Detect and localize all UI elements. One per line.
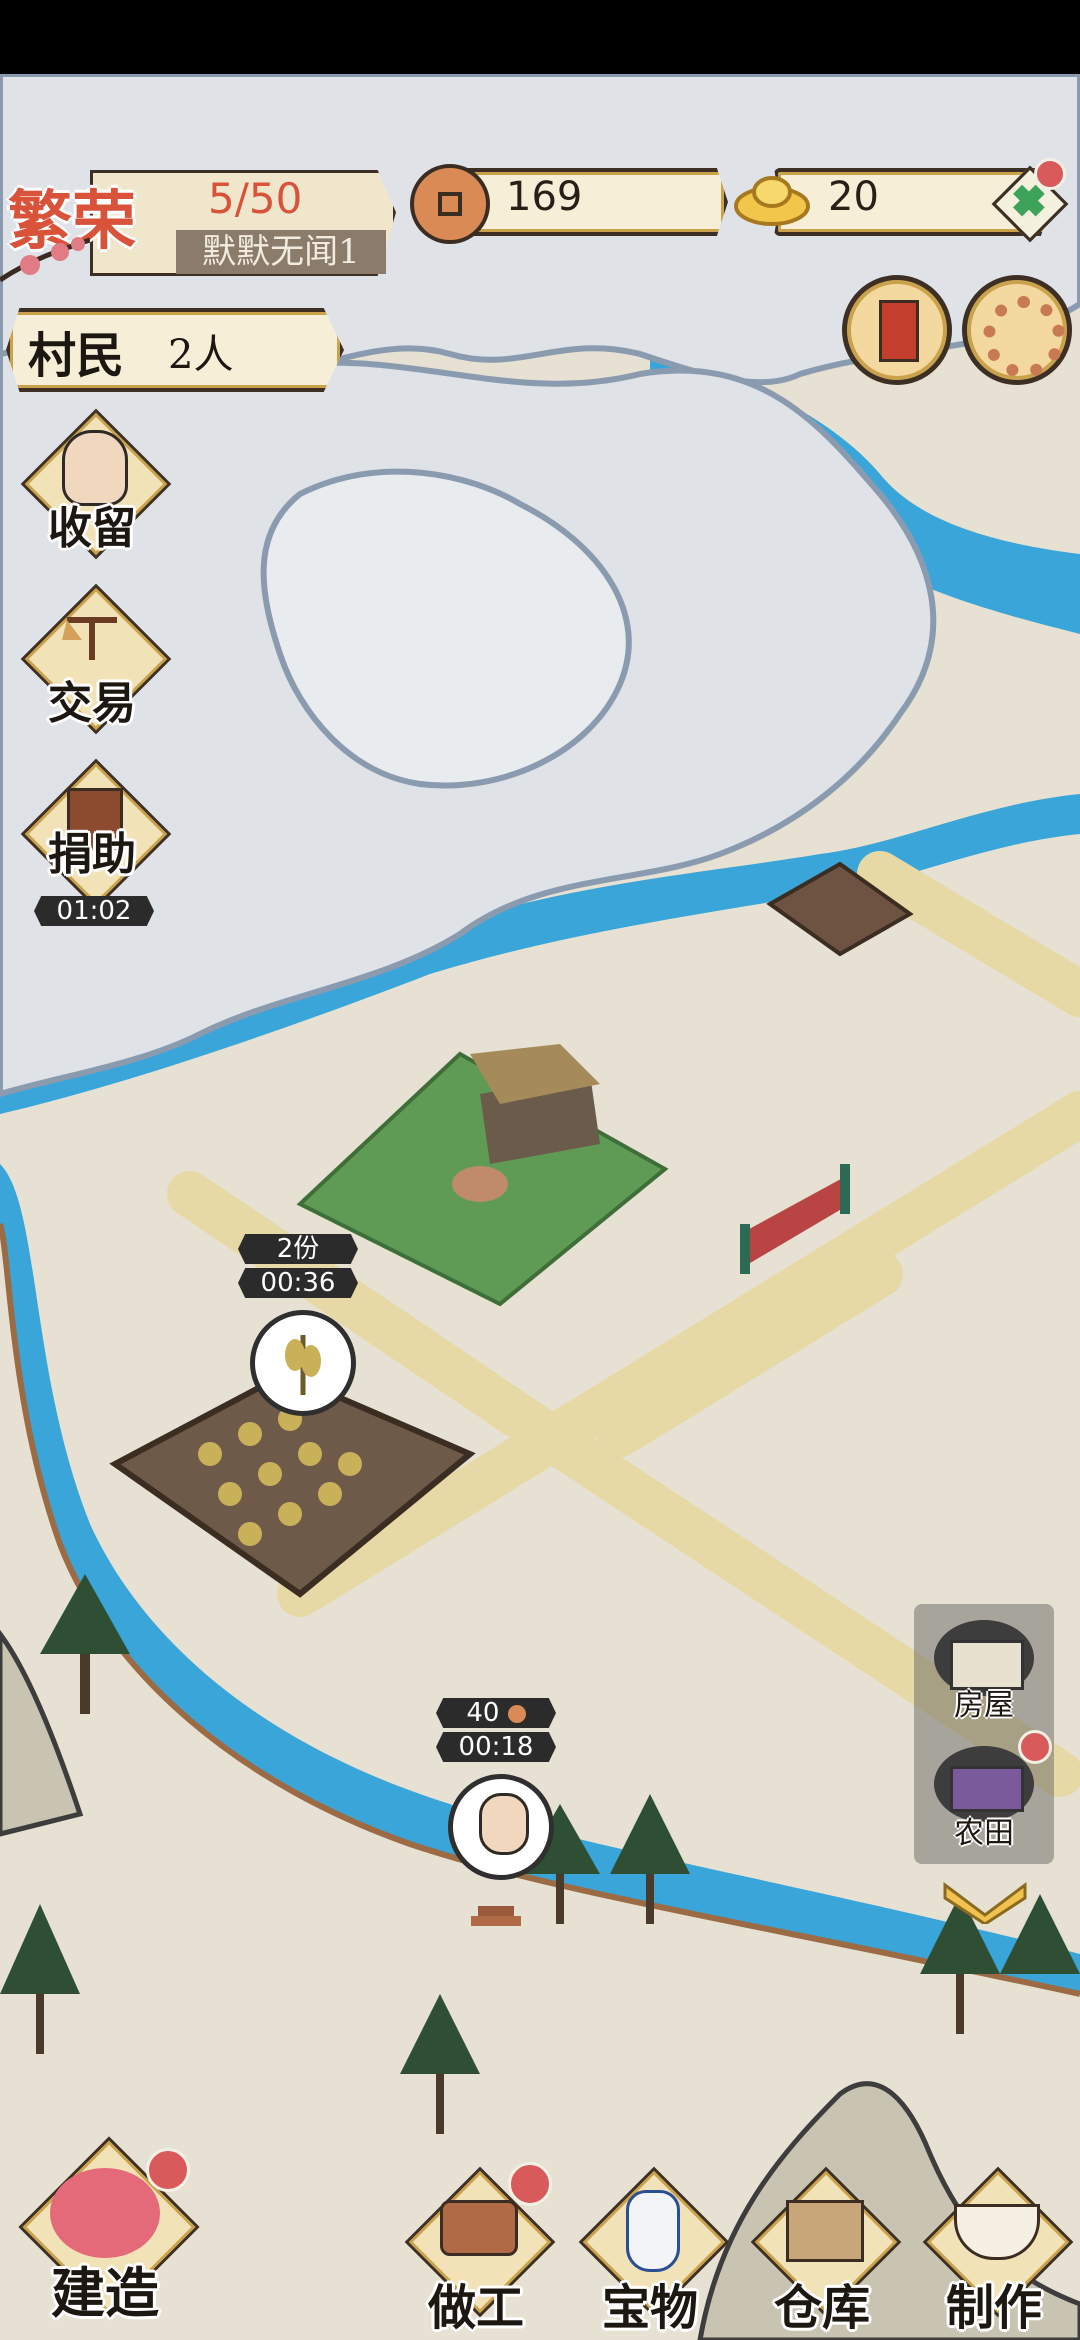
scale-icon — [62, 615, 122, 665]
world-map[interactable] — [0, 74, 1080, 2340]
copper-pill — [450, 168, 728, 236]
prosperity-count: 5/50 — [208, 174, 303, 223]
trade-button[interactable]: 交易 — [20, 583, 172, 735]
collapse-chevron-icon[interactable] — [940, 1880, 1030, 1926]
gear-icon — [983, 296, 1065, 378]
villagers-count: 2人 — [168, 332, 234, 378]
coin-small-icon — [507, 1704, 526, 1723]
gold-notification-dot — [1034, 158, 1066, 190]
logs-axe-icon — [440, 2200, 518, 2256]
treasure-button[interactable]: 宝物 — [570, 2166, 730, 2338]
prosperity-panel[interactable]: 繁荣 5/50 默默无闻1 — [0, 160, 400, 283]
recruit-button[interactable]: 收留 — [20, 408, 172, 560]
donate-button[interactable]: 捐助 01:02 — [20, 758, 172, 926]
wheat-harvest-bubble[interactable] — [250, 1310, 356, 1416]
villagers-panel[interactable]: 村民 2人 — [6, 308, 344, 392]
copper-counter[interactable]: 169 — [410, 164, 730, 244]
trade-label: 交易 — [48, 678, 136, 729]
donate-timer: 01:02 — [34, 896, 154, 926]
warehouse-button[interactable]: 仓库 — [742, 2166, 902, 2338]
gold-counter[interactable]: 20 — [734, 158, 1069, 243]
recruit-label: 收留 — [48, 503, 136, 554]
villager-face-icon — [479, 1793, 529, 1855]
blossom-tree-icon — [50, 2168, 160, 2258]
build-button[interactable]: 建造 — [10, 2136, 200, 2328]
farmland-category[interactable]: 农田 — [924, 1730, 1052, 1852]
edict-button[interactable] — [842, 275, 952, 385]
house-label: 房屋 — [954, 1688, 1014, 1723]
gold-ingot-icon — [734, 170, 810, 226]
craft-label: 制作 — [945, 2280, 1042, 2336]
plum-blossom-icon — [0, 220, 91, 300]
copper-coin-icon — [410, 164, 490, 244]
porcelain-vase-icon — [626, 2190, 680, 2272]
warehouse-label: 仓库 — [773, 2280, 870, 2336]
build-notification-dot — [146, 2148, 190, 2192]
wheat-icon — [285, 1335, 321, 1395]
work-label: 做工 — [427, 2280, 524, 2336]
work-notification-dot — [508, 2162, 552, 2206]
gold-amount: 20 — [828, 174, 879, 220]
worker-reward-tag: 40 — [436, 1698, 556, 1728]
firewood-pile[interactable] — [466, 1896, 526, 1936]
farm-yield-tag: 2份 — [238, 1234, 358, 1264]
build-label: 建造 — [51, 2261, 159, 2325]
villagers-label: 村民 — [28, 328, 125, 384]
farmland-notification-dot — [1018, 1730, 1052, 1764]
worker-timer-tag: 00:18 — [436, 1732, 556, 1762]
copper-amount: 169 — [506, 174, 583, 220]
settings-button[interactable] — [962, 275, 1072, 385]
house-category[interactable]: 房屋 — [924, 1614, 1044, 1724]
craft-button[interactable]: 制作 — [914, 2166, 1074, 2338]
worker-reward: 40 — [466, 1698, 500, 1728]
player-name: 默默无闻1 — [176, 230, 386, 274]
warehouse-icon — [786, 2200, 864, 2262]
work-button[interactable]: 做工 — [396, 2162, 556, 2338]
donate-label: 捐助 — [48, 829, 136, 880]
farmland-label: 农田 — [954, 1816, 1014, 1851]
status-bar — [0, 0, 1080, 74]
treasure-label: 宝物 — [601, 2280, 698, 2336]
scroll-icon — [879, 300, 919, 362]
worker-portrait-bubble[interactable] — [448, 1774, 554, 1880]
farm-timer-tag: 00:36 — [238, 1268, 358, 1298]
build-category-panel: 房屋 农田 — [914, 1604, 1054, 1864]
